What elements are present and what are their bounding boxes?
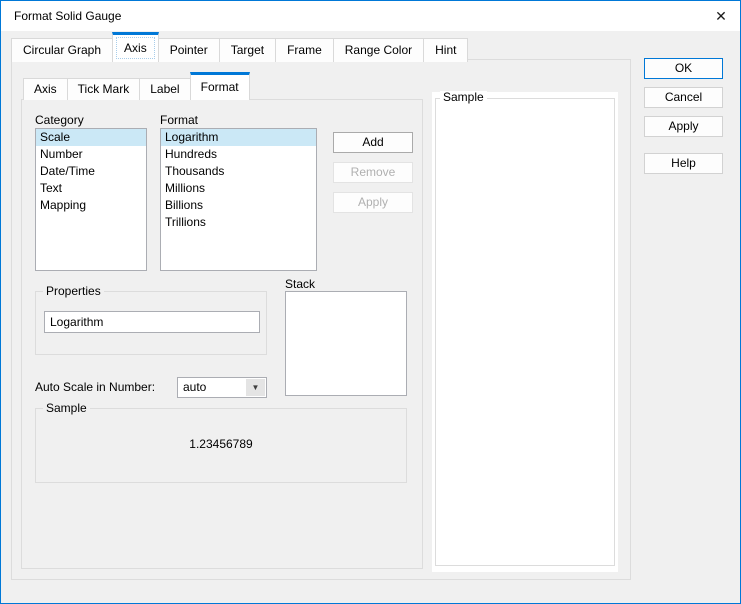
help-button[interactable]: Help	[644, 153, 723, 174]
format-label: Format	[160, 113, 198, 127]
category-item-scale[interactable]: Scale	[36, 129, 146, 146]
sub-tab-tick-mark[interactable]: Tick Mark	[67, 78, 141, 100]
auto-scale-value: auto	[183, 380, 206, 394]
sample-legend: Sample	[43, 402, 90, 415]
remove-button[interactable]: Remove	[333, 162, 413, 183]
sample-preview-panel: Sample	[432, 92, 618, 572]
stack-label: Stack	[285, 277, 315, 291]
properties-input[interactable]: Logarithm	[44, 311, 260, 333]
apply-button[interactable]: Apply	[644, 116, 723, 137]
sample-preview-legend: Sample	[440, 91, 487, 104]
add-button[interactable]: Add	[333, 132, 413, 153]
main-tab-pointer[interactable]: Pointer	[158, 38, 220, 62]
category-item-date-time[interactable]: Date/Time	[36, 163, 146, 180]
category-label: Category	[35, 113, 84, 127]
close-icon[interactable]: ✕	[710, 6, 732, 26]
main-tab-circular-graph[interactable]: Circular Graph	[11, 38, 113, 62]
properties-legend: Properties	[43, 285, 104, 298]
sub-tab-label[interactable]: Label	[139, 78, 190, 100]
ok-button[interactable]: OK	[644, 58, 723, 79]
sub-tab-strip: AxisTick MarkLabelFormat	[23, 72, 249, 100]
format-item-logarithm[interactable]: Logarithm	[161, 129, 316, 146]
sample-preview-border	[435, 98, 615, 566]
main-tab-strip: Circular GraphAxisPointerTargetFrameRang…	[11, 32, 467, 62]
sample-value: 1.23456789	[36, 437, 406, 451]
tab-focus-rect	[116, 37, 155, 59]
cancel-button[interactable]: Cancel	[644, 87, 723, 108]
category-item-number[interactable]: Number	[36, 146, 146, 163]
properties-groupbox: Properties Logarithm	[35, 291, 267, 355]
format-sub-tab-page: Category Format ScaleNumberDate/TimeText…	[21, 99, 423, 569]
main-tab-frame[interactable]: Frame	[275, 38, 334, 62]
category-item-mapping[interactable]: Mapping	[36, 197, 146, 214]
apply-format-button[interactable]: Apply	[333, 192, 413, 213]
main-tab-hint[interactable]: Hint	[423, 38, 468, 62]
format-item-millions[interactable]: Millions	[161, 180, 316, 197]
auto-scale-label: Auto Scale in Number:	[35, 380, 155, 394]
auto-scale-combobox[interactable]: auto ▼	[177, 377, 267, 398]
main-tab-axis[interactable]: Axis	[112, 32, 159, 62]
format-item-thousands[interactable]: Thousands	[161, 163, 316, 180]
format-item-trillions[interactable]: Trillions	[161, 214, 316, 231]
format-item-hundreds[interactable]: Hundreds	[161, 146, 316, 163]
sub-tab-format[interactable]: Format	[190, 72, 250, 100]
window-title: Format Solid Gauge	[14, 9, 121, 23]
category-item-text[interactable]: Text	[36, 180, 146, 197]
title-bar: Format Solid Gauge ✕	[1, 1, 740, 31]
format-item-billions[interactable]: Billions	[161, 197, 316, 214]
format-solid-gauge-dialog: Format Solid Gauge ✕ Circular GraphAxisP…	[0, 0, 741, 604]
stack-listbox[interactable]	[285, 291, 407, 396]
sample-groupbox: Sample 1.23456789	[35, 408, 407, 483]
sub-tab-axis[interactable]: Axis	[23, 78, 68, 100]
chevron-down-icon[interactable]: ▼	[246, 379, 265, 396]
main-tab-target[interactable]: Target	[219, 38, 276, 62]
format-listbox[interactable]: LogarithmHundredsThousandsMillionsBillio…	[160, 128, 317, 271]
category-listbox[interactable]: ScaleNumberDate/TimeTextMapping	[35, 128, 147, 271]
main-tab-range-color[interactable]: Range Color	[333, 38, 424, 62]
